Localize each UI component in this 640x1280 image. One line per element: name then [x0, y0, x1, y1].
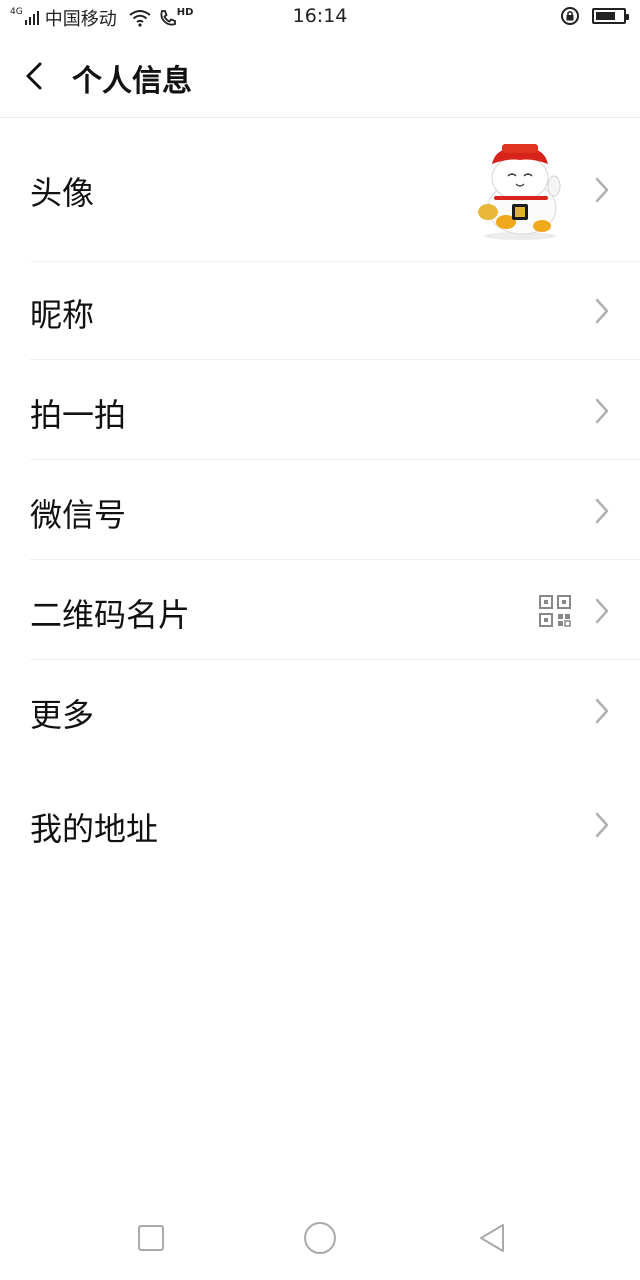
status-bar: 4G 中国移动 HD 16:14 [0, 0, 640, 34]
avatar[interactable] [472, 138, 568, 242]
qr-code-icon [539, 595, 571, 627]
rotation-lock-icon [561, 7, 579, 25]
row-more[interactable]: 更多 [0, 660, 640, 762]
back-button[interactable] [18, 56, 54, 96]
row-label-qr-card: 二维码名片 [30, 596, 191, 634]
row-nickname[interactable]: 昵称 [0, 262, 640, 360]
chevron-right-icon [595, 177, 609, 203]
row-pat[interactable]: 拍一拍 [0, 360, 640, 460]
row-wechat-id[interactable]: 微信号 [0, 460, 640, 560]
battery-icon [592, 8, 629, 24]
status-right [560, 6, 629, 26]
row-label-pat: 拍一拍 [30, 396, 127, 434]
status-time: 16:14 [292, 5, 348, 27]
row-label-nickname: 昵称 [30, 296, 95, 334]
row-my-address[interactable]: 我的地址 [0, 762, 640, 866]
chevron-right-icon [595, 698, 609, 724]
system-nav-bar [0, 1200, 640, 1280]
settings-list: 头像 昵称 拍一拍 微信号 二维码名片 更多 我的地址 [0, 118, 640, 866]
row-avatar[interactable]: 头像 [0, 118, 640, 262]
row-qr-card[interactable]: 二维码名片 [0, 560, 640, 660]
chevron-right-icon [595, 498, 609, 524]
header: 个人信息 [0, 34, 640, 118]
chevron-right-icon [595, 598, 609, 624]
chevron-left-icon [26, 62, 42, 90]
chevron-right-icon [595, 398, 609, 424]
row-label-my-address: 我的地址 [30, 810, 159, 848]
recent-apps-button[interactable] [137, 1224, 165, 1252]
home-button[interactable] [303, 1221, 337, 1255]
page-title: 个人信息 [72, 64, 192, 99]
chevron-right-icon [595, 298, 609, 324]
row-label-wechat-id: 微信号 [30, 496, 127, 534]
row-label-more: 更多 [30, 696, 95, 734]
back-nav-button[interactable] [478, 1223, 506, 1253]
chevron-right-icon [595, 812, 609, 838]
row-label-avatar: 头像 [30, 174, 95, 212]
